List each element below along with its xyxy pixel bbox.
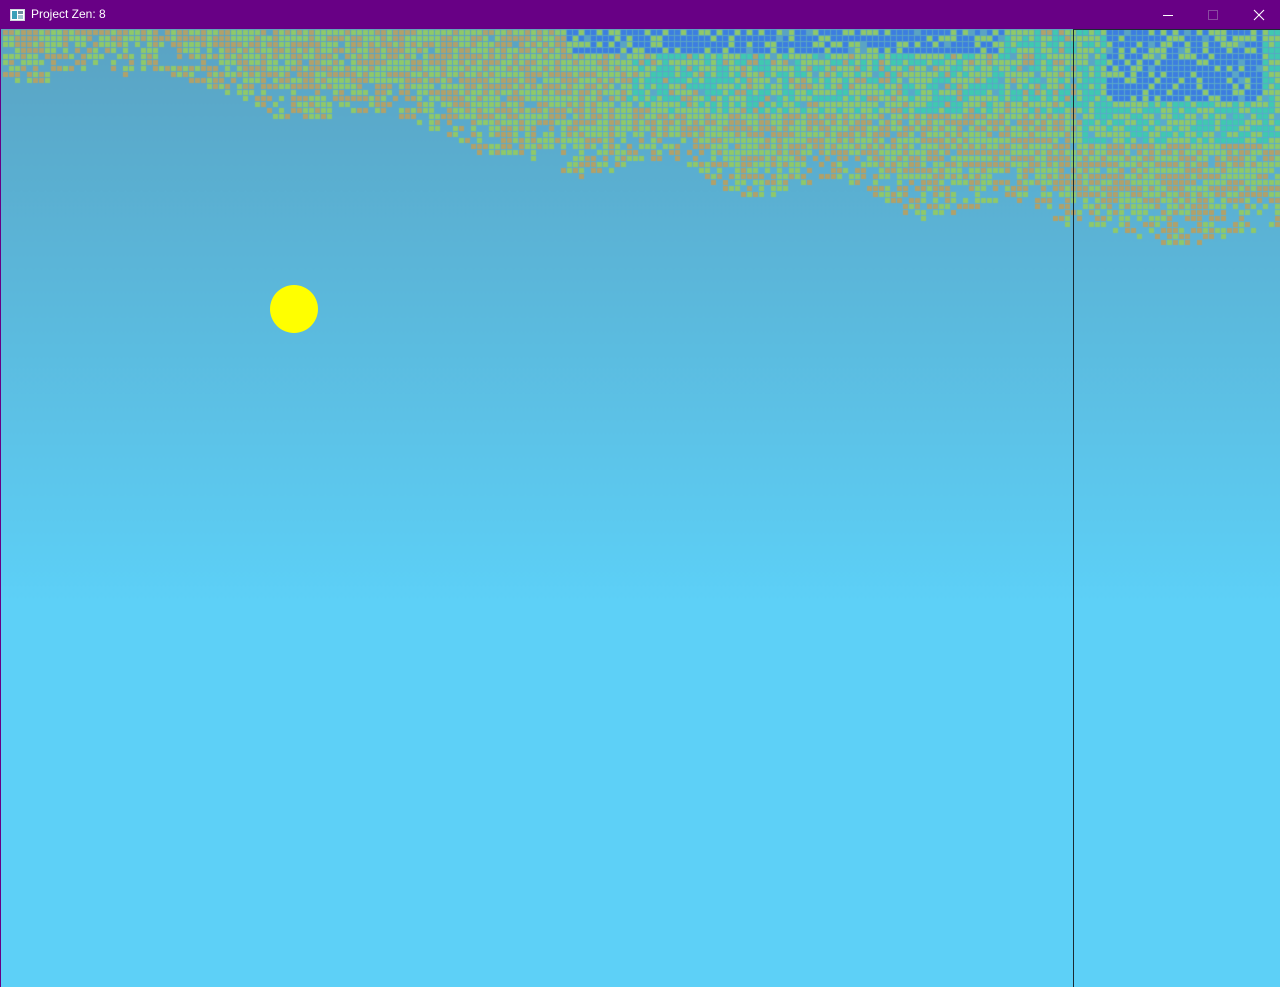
panel-divider-top bbox=[1073, 29, 1280, 30]
title-bar[interactable]: Project Zen: 8 bbox=[0, 0, 1280, 29]
game-window: Project Zen: 8 bbox=[0, 0, 1280, 987]
maximize-button[interactable] bbox=[1190, 0, 1236, 29]
close-button[interactable] bbox=[1236, 0, 1280, 29]
close-icon bbox=[1253, 9, 1265, 21]
game-viewport[interactable] bbox=[0, 29, 1280, 987]
app-window-icon bbox=[10, 8, 25, 21]
panel-divider bbox=[1073, 29, 1074, 987]
sun bbox=[270, 285, 318, 333]
window-title: Project Zen: 8 bbox=[31, 7, 106, 21]
tile-map-canvas[interactable] bbox=[1, 29, 1280, 987]
minimize-button[interactable] bbox=[1145, 0, 1191, 29]
maximize-icon bbox=[1207, 9, 1219, 21]
minimize-icon bbox=[1162, 9, 1174, 21]
